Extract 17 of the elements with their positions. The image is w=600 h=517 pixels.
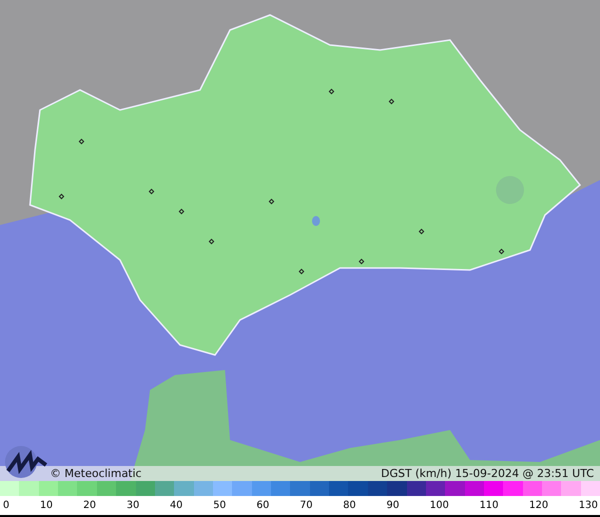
scale-label: 40 xyxy=(170,500,183,513)
scale-label: 20 xyxy=(83,500,96,513)
scale-label: 80 xyxy=(343,500,356,513)
copyright-text: © Meteoclimatic xyxy=(50,467,142,480)
scale-label: 10 xyxy=(40,500,53,513)
scale-label: 50 xyxy=(213,500,226,513)
scale-label: 70 xyxy=(300,500,313,513)
variable-and-timestamp: DGST (km/h) 15-09-2024 @ 23:51 UTC xyxy=(381,467,594,480)
logo-icon xyxy=(4,445,48,479)
scale-label: 0 xyxy=(3,500,10,513)
scale-label: 130 xyxy=(578,500,598,513)
scale-label: 60 xyxy=(256,500,270,513)
scale-label: 100 xyxy=(430,500,449,513)
scale-label: 90 xyxy=(386,500,400,513)
scale-label: 30 xyxy=(126,500,140,513)
scale-label: 120 xyxy=(529,500,548,513)
scale-label: 110 xyxy=(479,500,499,513)
